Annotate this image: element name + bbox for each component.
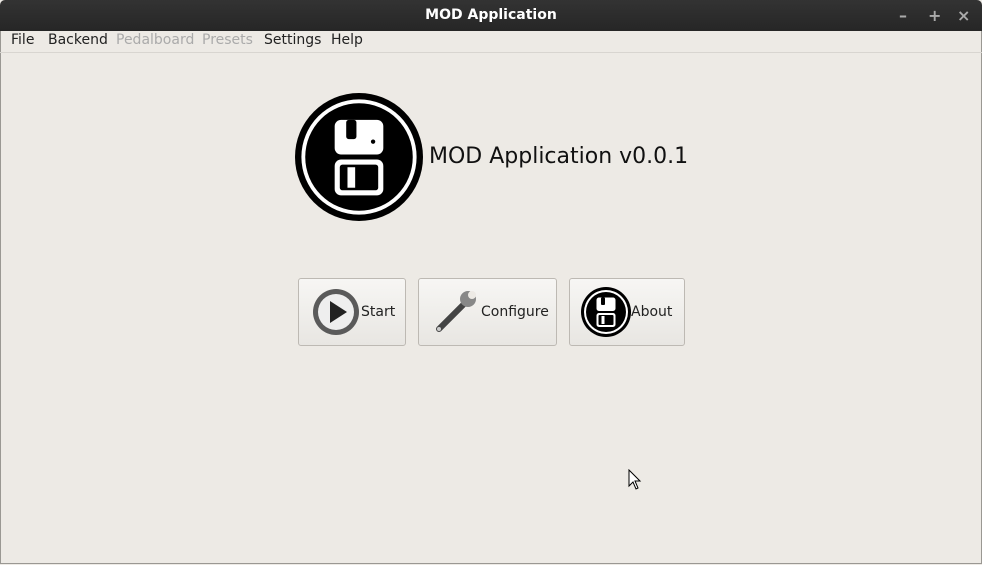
wrench-icon [436, 291, 476, 332]
about-label: About [631, 304, 673, 320]
menu-pedalboard: Pedalboard [116, 32, 195, 48]
window-title: MOD Application [425, 7, 557, 23]
about-button[interactable]: About [569, 278, 685, 346]
mod-logo-icon [295, 93, 423, 221]
play-icon [313, 289, 359, 335]
mouse-cursor-icon [628, 469, 642, 490]
menu-bar: File Backend Pedalboard Presets Settings… [0, 31, 982, 53]
maximize-icon[interactable]: + [928, 6, 941, 25]
menu-help[interactable]: Help [331, 32, 363, 48]
close-icon[interactable]: × [957, 6, 970, 25]
start-button[interactable]: Start [298, 278, 406, 346]
title-bar: MOD Application – + × [0, 0, 982, 31]
menu-file[interactable]: File [11, 32, 34, 48]
minimize-icon[interactable]: – [899, 6, 907, 25]
app-title: MOD Application v0.0.1 [429, 144, 689, 169]
start-label: Start [361, 304, 396, 320]
configure-label: Configure [481, 304, 549, 320]
configure-button[interactable]: Configure [418, 278, 557, 346]
menu-backend[interactable]: Backend [48, 32, 108, 48]
menu-presets: Presets [202, 32, 253, 48]
menu-settings[interactable]: Settings [264, 32, 321, 48]
mod-logo-icon [581, 287, 631, 337]
